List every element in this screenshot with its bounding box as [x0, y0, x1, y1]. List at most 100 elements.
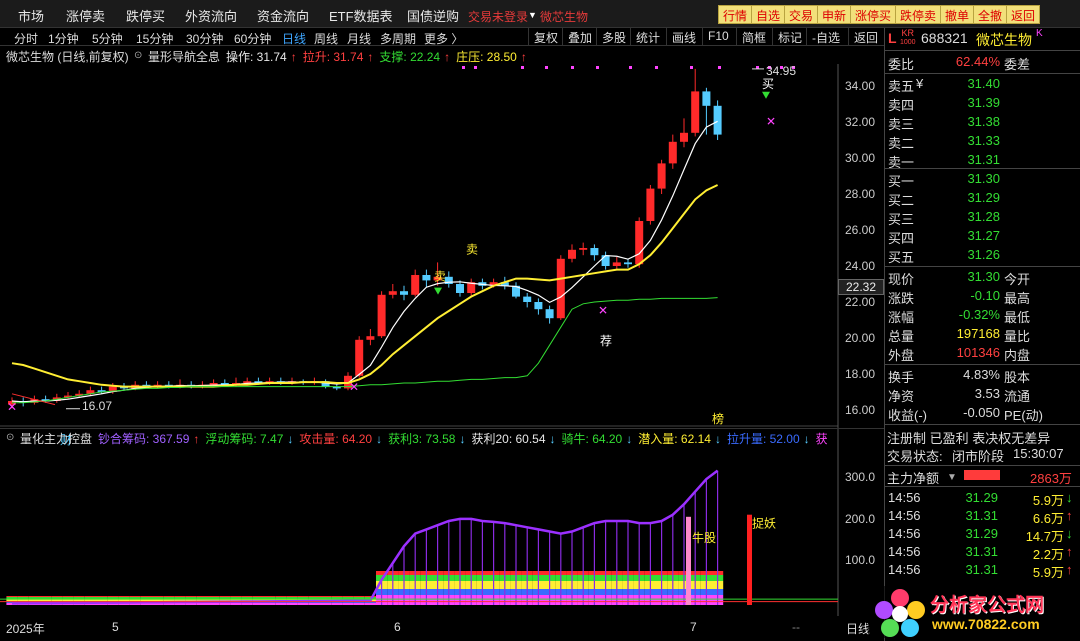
- tool-mark[interactable]: 标记: [772, 27, 807, 46]
- period-60min[interactable]: 60分钟: [234, 30, 271, 47]
- stat-label: 换手: [888, 370, 915, 385]
- volume-band: [196, 596, 208, 597]
- signal-dot: [545, 66, 548, 69]
- buy-cross-icon: ✕: [7, 400, 17, 414]
- tick-time: 14:56: [888, 562, 921, 577]
- stat-value: 4.83%: [963, 367, 1000, 382]
- menu-limit-down-buy[interactable]: 跌停买: [126, 6, 165, 25]
- tick-arrow-icon: ↑: [1066, 508, 1073, 523]
- menu-repo[interactable]: 国债逆购: [407, 6, 459, 25]
- menu-foreign-flow[interactable]: 外资流向: [185, 6, 237, 25]
- btn-limit-up-buy[interactable]: 涨停买: [850, 5, 897, 24]
- tool-stats[interactable]: 统计: [630, 27, 665, 46]
- period-tick[interactable]: 分时: [14, 30, 38, 47]
- login-alert[interactable]: 交易未登录: [468, 8, 528, 25]
- volume-band: [342, 603, 354, 605]
- btn-trade[interactable]: 交易: [784, 5, 819, 24]
- high-price-label: 34.95: [766, 64, 796, 78]
- sell-level-price[interactable]: 31.33: [945, 133, 1000, 148]
- price-axis-tick: 22.00: [845, 295, 876, 309]
- tool-remove-watch[interactable]: -自选: [806, 27, 845, 46]
- period-30min[interactable]: 30分钟: [186, 30, 223, 47]
- btn-watchlist[interactable]: 自选: [751, 5, 786, 24]
- sell-level-price[interactable]: 31.40: [945, 76, 1000, 91]
- x-axis-scroll[interactable]: --: [792, 620, 800, 634]
- legend-item: 获利3: 73.58: [388, 432, 456, 446]
- chart-annotation: 买: [762, 77, 774, 91]
- legend-item: 骑牛: 64.20: [561, 432, 623, 446]
- btn-cancel-order[interactable]: 撤单: [940, 5, 975, 24]
- btn-limit-down-sell[interactable]: 跌停卖: [895, 5, 942, 24]
- sub-indicator-menu-icon[interactable]: ⊙: [6, 432, 14, 443]
- period-monthly[interactable]: 月线: [347, 30, 371, 47]
- volume-band: [252, 596, 264, 597]
- candle-body: [411, 275, 420, 295]
- tool-draw[interactable]: 画线: [666, 27, 701, 46]
- period-more[interactable]: 更多 〉: [424, 30, 463, 47]
- tick-price: 31.31: [965, 562, 998, 577]
- stock-tags: 注册制 已盈利 表决权无差异: [887, 431, 1051, 446]
- volume-band: [6, 596, 18, 597]
- sell-level-price[interactable]: 31.39: [945, 95, 1000, 110]
- volume-band: [275, 596, 287, 597]
- legend-arrow: ↓: [549, 432, 556, 446]
- candle-body: [355, 339, 364, 376]
- sell-level-price[interactable]: 31.31: [945, 152, 1000, 167]
- tool-back[interactable]: 返回: [848, 27, 883, 46]
- legend-item: 获利20: 60.54: [471, 432, 546, 446]
- period-5min[interactable]: 5分钟: [92, 30, 123, 47]
- volume-band: [308, 603, 320, 605]
- tool-f10[interactable]: F10: [702, 27, 734, 46]
- chevron-down-icon[interactable]: ▼: [947, 472, 957, 483]
- sub-indicator-name[interactable]: 量化主力控盘: [20, 430, 92, 447]
- menu-market[interactable]: 市场: [18, 6, 44, 25]
- tick-time: 14:56: [888, 490, 921, 505]
- period-daily[interactable]: 日线: [282, 30, 306, 47]
- candle-body: [366, 336, 375, 340]
- btn-cancel-all[interactable]: 全撤: [973, 5, 1008, 24]
- legend-item: 潜入量: 62.14: [638, 432, 711, 446]
- buy-level-price[interactable]: 31.26: [945, 247, 1000, 262]
- stat-value: -0.10: [970, 288, 1000, 303]
- period-15min[interactable]: 15分钟: [136, 30, 173, 47]
- btn-subscribe[interactable]: 申新: [817, 5, 852, 24]
- signal-dot: [718, 66, 721, 69]
- menu-capital-flow[interactable]: 资金流向: [257, 6, 309, 25]
- stat-label-secondary: 内盘: [1004, 348, 1031, 363]
- menu-limit-up-sell[interactable]: 涨停卖: [66, 6, 105, 25]
- period-weekly[interactable]: 周线: [314, 30, 338, 47]
- net-flow-label: 主力净额: [887, 471, 940, 486]
- btn-quote[interactable]: 行情: [718, 5, 753, 24]
- period-1min[interactable]: 1分钟: [48, 30, 79, 47]
- tool-multi-stock[interactable]: 多股: [596, 27, 631, 46]
- volume-band: [353, 596, 365, 597]
- stat-value: 31.30: [967, 269, 1000, 284]
- x-axis-year: 2025年: [6, 622, 45, 636]
- dropdown-icon[interactable]: ▼: [528, 10, 537, 20]
- weibi-row: 委比: [888, 54, 914, 73]
- trade-time: 15:30:07: [1013, 446, 1064, 461]
- buy-level-price[interactable]: 31.29: [945, 190, 1000, 205]
- menu-etf-table[interactable]: ETF数据表: [329, 6, 393, 25]
- sell-level-price[interactable]: 31.38: [945, 114, 1000, 129]
- volume-band: [308, 596, 320, 597]
- legend-arrow: ↓: [376, 432, 383, 446]
- stat-value: -0.050: [963, 405, 1000, 420]
- tool-simple-frame[interactable]: 简框: [736, 27, 771, 46]
- signal-dot: [521, 66, 524, 69]
- tool-adjust[interactable]: 复权: [528, 27, 563, 46]
- btn-back[interactable]: 返回: [1006, 5, 1041, 24]
- tick-volume: 5.9万: [1032, 493, 1064, 508]
- x-axis-mode[interactable]: 日线: [846, 620, 870, 637]
- sub-axis-tick: 200.0: [845, 512, 876, 526]
- volume-band: [152, 596, 164, 597]
- buy-level-price[interactable]: 31.27: [945, 228, 1000, 243]
- candle-body: [691, 91, 700, 133]
- volume-band: [40, 596, 52, 597]
- stock-name-tab[interactable]: 微芯生物: [540, 8, 588, 25]
- period-multi[interactable]: 多周期: [380, 30, 416, 47]
- tool-overlay[interactable]: 叠加: [562, 27, 597, 46]
- buy-level-price[interactable]: 31.28: [945, 209, 1000, 224]
- buy-level-price[interactable]: 31.30: [945, 171, 1000, 186]
- sell-level-label: 卖四: [888, 98, 915, 113]
